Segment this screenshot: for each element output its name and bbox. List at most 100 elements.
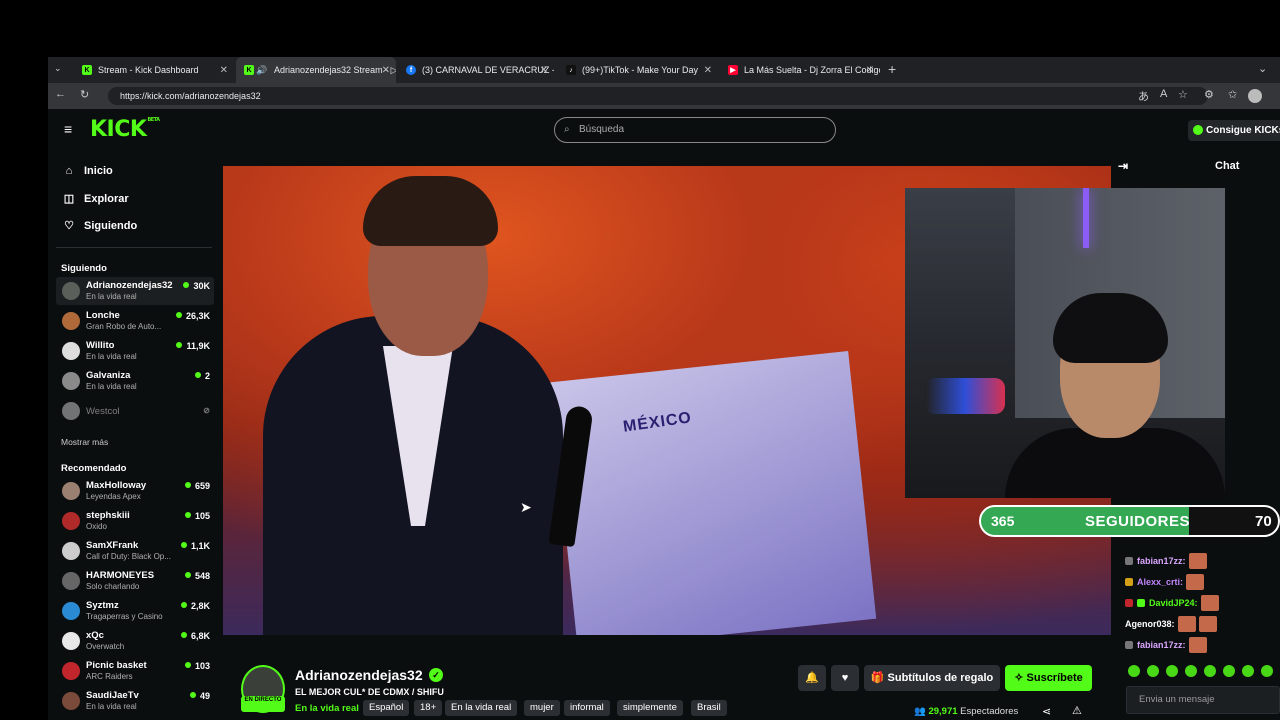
emote-icon[interactable] bbox=[1204, 665, 1216, 677]
chat-message: fabian17zz: bbox=[1125, 553, 1207, 569]
reload-icon[interactable]: ↻ bbox=[80, 88, 89, 101]
favorite-star-icon[interactable]: ☆ bbox=[1178, 88, 1188, 101]
emote-icon bbox=[1198, 616, 1217, 632]
avatar bbox=[62, 282, 80, 300]
channel-name[interactable]: Adrianozendejas32 bbox=[295, 667, 423, 683]
browser-tab-2[interactable]: f (3) CARNAVAL DE VERACRUZ - Re ✕ bbox=[398, 57, 554, 83]
emote-icon[interactable] bbox=[1147, 665, 1159, 677]
sidebar-channel-saudijaetv[interactable]: SaudiJaeTv En la vida real 49 bbox=[56, 687, 214, 715]
sidebar-channel-syztmz[interactable]: Syztmz Tragaperras y Casino 2,8K bbox=[56, 597, 214, 625]
verified-check-icon: ✓ bbox=[429, 668, 443, 682]
chat-message-input[interactable]: Envia un mensaje bbox=[1126, 686, 1280, 714]
live-dot-icon bbox=[180, 542, 187, 548]
emote-icon[interactable] bbox=[1261, 665, 1273, 677]
hamburger-menu-icon[interactable]: ≡ bbox=[64, 121, 72, 137]
top-navigation: ≡ KICKBETA ⌕ Búsqueda Consigue KICKs bbox=[48, 109, 1280, 153]
viewer-count: 30K bbox=[183, 281, 210, 291]
tab-title: (99+)TikTok - Make Your Day bbox=[582, 65, 698, 75]
sidebar-channel-maxholloway[interactable]: MaxHolloway Leyendas Apex 659 bbox=[56, 477, 214, 505]
tag[interactable]: Español bbox=[363, 700, 410, 716]
sidebar-channel-harmoneyes[interactable]: HARMONEYES Solo charlando 548 bbox=[56, 567, 214, 595]
viewer-count: 2 bbox=[194, 371, 210, 381]
tab-title: La Más Suelta - Dj Zorra El Codigo bbox=[744, 65, 880, 75]
gift-subs-button[interactable]: 🎁 Subtítulos de regalo bbox=[864, 665, 1000, 691]
offline-icon: ⊘ bbox=[203, 406, 210, 415]
tab-title: Adrianozendejas32 Stream - ▷ bbox=[274, 64, 396, 75]
close-icon[interactable]: ✕ bbox=[540, 65, 548, 76]
notifications-bell-button[interactable]: 🔔 bbox=[798, 665, 826, 691]
search-input[interactable]: ⌕ Búsqueda bbox=[554, 117, 836, 143]
report-warning-icon[interactable]: ⚠ bbox=[1072, 704, 1082, 717]
extensions-icon[interactable]: ⚙ bbox=[1204, 88, 1214, 101]
youtube-favicon-icon: ▶ bbox=[728, 65, 738, 75]
sidebar-channel-willito[interactable]: Willito En la vida real 11,9K bbox=[56, 337, 214, 365]
tag[interactable]: 18+ bbox=[414, 700, 443, 716]
tag[interactable]: simplemente bbox=[617, 700, 683, 716]
followers-count: 365 bbox=[991, 513, 1015, 529]
close-icon[interactable]: ✕ bbox=[704, 65, 712, 76]
kicks-coin-icon bbox=[1193, 125, 1203, 135]
sidebar-channel-lonche[interactable]: Lonche Gran Robo de Auto... 26,3K bbox=[56, 307, 214, 335]
browser-tab-3[interactable]: ♪ (99+)TikTok - Make Your Day ✕ bbox=[558, 57, 718, 83]
live-dot-icon bbox=[194, 372, 201, 378]
tab-list-chevron-icon[interactable]: ⌄ bbox=[54, 63, 62, 74]
tag[interactable]: informal bbox=[564, 700, 610, 716]
kick-logo[interactable]: KICKBETA bbox=[90, 117, 160, 142]
browser-tab-1[interactable]: K 🔊 Adrianozendejas32 Stream - ▷ ✕ bbox=[236, 57, 396, 83]
show-more-link[interactable]: Mostrar más bbox=[61, 437, 108, 447]
browser-tab-4[interactable]: ▶ La Más Suelta - Dj Zorra El Codigo ✕ bbox=[720, 57, 880, 83]
followers-goal: 70 bbox=[1255, 513, 1272, 530]
translate-icon[interactable]: あ bbox=[1138, 88, 1149, 104]
sidebar-channel-picnic-basket[interactable]: Picnic basket ARC Raiders 103 bbox=[56, 657, 214, 685]
sidebar-nav-following[interactable]: ♡ Siguiendo bbox=[62, 219, 137, 233]
tag[interactable]: mujer bbox=[524, 700, 560, 716]
close-icon[interactable]: ✕ bbox=[220, 65, 228, 76]
sidebar-channel-stephskiii[interactable]: stephskiii Oxido 105 bbox=[56, 507, 214, 535]
browser-tab-0[interactable]: K Stream - Kick Dashboard ✕ bbox=[74, 57, 234, 83]
gift-icon: 🎁 bbox=[870, 672, 888, 684]
tag[interactable]: En la vida real bbox=[445, 700, 518, 716]
speaker-icon[interactable]: 🔊 bbox=[256, 65, 267, 76]
sidebar-channel-samxfrank[interactable]: SamXFrank Call of Duty: Black Op... 1,1K bbox=[56, 537, 214, 565]
sidebar-nav-home[interactable]: ⌂ Inicio bbox=[62, 165, 113, 177]
emote-icon[interactable] bbox=[1128, 665, 1140, 677]
chat-title: Chat bbox=[1215, 160, 1240, 172]
close-icon[interactable]: ✕ bbox=[866, 65, 874, 76]
emote-icon bbox=[1177, 616, 1196, 632]
profile-avatar-icon[interactable] bbox=[1248, 89, 1262, 103]
emote-icon[interactable] bbox=[1223, 665, 1235, 677]
emote-icon[interactable] bbox=[1242, 665, 1254, 677]
favorites-bar-icon[interactable]: ✩ bbox=[1228, 88, 1237, 101]
close-icon[interactable]: ✕ bbox=[382, 65, 390, 76]
sidebar-channel-adrianozendejas32[interactable]: Adrianozendejas32 En la vida real 30K bbox=[56, 277, 214, 305]
back-arrow-icon[interactable]: ← bbox=[55, 88, 66, 100]
tag[interactable]: Brasil bbox=[691, 700, 727, 716]
chat-message: fabian17zz: bbox=[1125, 637, 1207, 653]
heart-icon: ♡ bbox=[64, 220, 74, 232]
sidebar-channel-xqc[interactable]: xQc Overwatch 6,8K bbox=[56, 627, 214, 655]
url-field[interactable]: https://kick.com/adrianozendejas32 bbox=[108, 87, 1208, 105]
star-icon: ✧ bbox=[1014, 672, 1027, 684]
new-tab-icon[interactable]: + bbox=[888, 61, 896, 77]
sidebar-channel-westcol[interactable]: Westcol ⊘ bbox=[56, 397, 214, 425]
live-badge: EN DIRECTO bbox=[241, 696, 285, 712]
follow-heart-button[interactable]: ♥ bbox=[831, 665, 859, 691]
emote-icon[interactable] bbox=[1185, 665, 1197, 677]
read-aloud-icon[interactable]: A bbox=[1160, 88, 1167, 100]
home-icon: ⌂ bbox=[65, 165, 73, 177]
collapse-chat-icon[interactable]: ⇥ bbox=[1118, 159, 1128, 173]
emote-row bbox=[1128, 665, 1273, 677]
chevron-down-icon[interactable]: ⌄ bbox=[1258, 62, 1267, 75]
stream-category[interactable]: En la vida real bbox=[295, 703, 359, 714]
chat-message: Agenor038: bbox=[1125, 616, 1217, 632]
emote-icon[interactable] bbox=[1166, 665, 1178, 677]
followers-goal-bar: 365 SEGUIDORES 70 bbox=[979, 505, 1280, 537]
sidebar-channel-galvaniza[interactable]: Galvaniza En la vida real 2 bbox=[56, 367, 214, 395]
following-section-title: Siguiendo bbox=[61, 263, 107, 274]
sidebar-nav-explore[interactable]: ◫ Explorar bbox=[62, 192, 129, 206]
avatar bbox=[62, 662, 80, 680]
subscribe-button[interactable]: ✧ Suscríbete bbox=[1005, 665, 1092, 691]
share-icon[interactable]: ⋖ bbox=[1042, 705, 1051, 718]
get-kicks-button[interactable]: Consigue KICKs bbox=[1188, 120, 1280, 141]
live-dot-icon bbox=[184, 662, 191, 668]
